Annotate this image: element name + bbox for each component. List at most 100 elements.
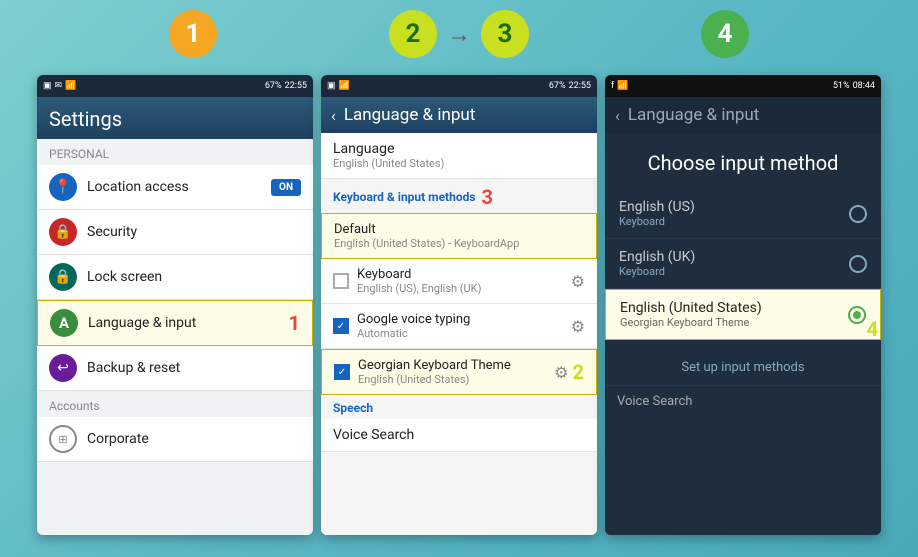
- en-uk-title: English (UK): [619, 249, 849, 265]
- google-voice-sub: Automatic: [357, 327, 571, 340]
- status-icons-right-3: 51% 08:44: [833, 81, 875, 91]
- input-option-georgian[interactable]: English (United States) Georgian Keyboar…: [605, 289, 881, 340]
- georgian-checkbox[interactable]: ✓: [334, 364, 350, 380]
- choose-header-title: Language & input: [628, 105, 760, 125]
- georgian-radio[interactable]: [848, 306, 866, 324]
- settings-item-corporate[interactable]: ⊞ Corporate: [37, 417, 313, 462]
- wifi-icon-3: 📶: [617, 81, 628, 91]
- speech-section-header: Speech: [321, 395, 597, 419]
- time-3: 08:44: [853, 81, 875, 91]
- georgian-option-title: English (United States): [620, 300, 848, 316]
- en-us-radio[interactable]: [849, 205, 867, 223]
- security-icon: 🔒: [49, 218, 77, 246]
- lang-content: Language English (United States) Keyboar…: [321, 133, 597, 535]
- keyboard-section-header: Keyboard & input methods 3: [321, 179, 597, 213]
- choose-input-title: Choose input method: [605, 133, 881, 189]
- lang-header: ‹ Language & input: [321, 97, 597, 133]
- google-voice-title: Google voice typing: [357, 312, 571, 327]
- step-badge-3: 3: [482, 185, 493, 209]
- wifi-icon-2: 📶: [339, 81, 350, 91]
- google-voice-checkbox[interactable]: ✓: [333, 318, 349, 334]
- voice-search-item-3[interactable]: Voice Search: [605, 385, 881, 417]
- radio-dot: [853, 311, 861, 319]
- backup-label: Backup & reset: [87, 360, 301, 376]
- back-arrow-2[interactable]: ‹: [331, 106, 336, 125]
- settings-header: Settings: [37, 97, 313, 139]
- settings-item-language[interactable]: A Language & input 1: [37, 300, 313, 346]
- settings-title: Settings: [49, 107, 301, 131]
- default-keyboard-item[interactable]: Default English (United States) - Keyboa…: [321, 213, 597, 259]
- fb-icon: f: [611, 81, 614, 91]
- keyboard-gear-icon[interactable]: ⚙: [571, 272, 585, 291]
- settings-item-security[interactable]: 🔒 Security: [37, 210, 313, 255]
- security-label: Security: [87, 224, 301, 240]
- en-us-sub: Keyboard: [619, 215, 849, 228]
- lock-screen-label: Lock screen: [87, 269, 301, 285]
- step-circle-4: 4: [701, 10, 749, 58]
- wifi-icon: 📶: [65, 81, 76, 91]
- settings-item-lock-screen[interactable]: 🔒 Lock screen: [37, 255, 313, 300]
- voice-search-label-3: Voice Search: [617, 394, 692, 409]
- settings-item-location[interactable]: 📍 Location access ON: [37, 165, 313, 210]
- back-arrow-3[interactable]: ‹: [615, 106, 620, 125]
- voice-search-item-2[interactable]: Voice Search: [321, 419, 597, 452]
- status-icons-left-2: ▣ 📶: [327, 81, 350, 91]
- input-option-en-uk[interactable]: English (UK) Keyboard: [605, 239, 881, 289]
- step-circle-2: 2: [389, 10, 437, 58]
- step-arrow: →: [447, 20, 471, 49]
- input-option-en-us[interactable]: English (US) Keyboard: [605, 189, 881, 239]
- google-voice-gear-icon[interactable]: ⚙: [571, 317, 585, 336]
- keyboard-item[interactable]: ✓ Keyboard English (US), English (UK) ⚙: [321, 259, 597, 304]
- lock-screen-icon: 🔒: [49, 263, 77, 291]
- setup-link[interactable]: Set up input methods: [605, 340, 881, 385]
- screen-2-language: ▣ 📶 67% 22:55 ‹ Language & input Languag…: [321, 75, 597, 535]
- en-us-title: English (US): [619, 199, 849, 215]
- step-badge-4: 4: [867, 317, 878, 341]
- backup-icon: ↩: [49, 354, 77, 382]
- settings-item-backup[interactable]: ↩ Backup & reset: [37, 346, 313, 391]
- status-icons-right-1: 67% 22:55: [265, 81, 307, 91]
- battery-text-1: 67%: [265, 81, 282, 91]
- corporate-label: Corporate: [87, 431, 301, 447]
- time-2: 22:55: [569, 81, 591, 91]
- section-personal: PERSONAL: [37, 139, 313, 165]
- battery-text-2: 67%: [549, 81, 566, 91]
- language-item[interactable]: Language English (United States): [321, 133, 597, 179]
- en-uk-sub: Keyboard: [619, 265, 849, 278]
- georgian-option-sub: Georgian Keyboard Theme: [620, 316, 848, 329]
- language-icon: A: [50, 309, 78, 337]
- default-title: Default: [334, 222, 584, 237]
- screen-3-choose-input: f 📶 51% 08:44 ‹ Language & input Choose …: [605, 75, 881, 535]
- language-item-title: Language: [333, 141, 585, 157]
- voice-search-title-2: Voice Search: [333, 427, 585, 443]
- keyboard-sub: English (US), English (UK): [357, 282, 571, 295]
- step-badge-2: 2: [573, 360, 584, 384]
- default-sub: English (United States) - KeyboardApp: [334, 237, 584, 250]
- keyboard-checkbox[interactable]: ✓: [333, 273, 349, 289]
- section-accounts: Accounts: [37, 391, 313, 417]
- mail-icon: ✉: [55, 81, 63, 91]
- time-1: 22:55: [285, 81, 307, 91]
- battery-text-3: 51%: [833, 81, 850, 91]
- location-icon: 📍: [49, 173, 77, 201]
- status-icons-right-2: 67% 22:55: [549, 81, 591, 91]
- status-icons-left-1: ▣ ✉ 📶: [43, 81, 76, 91]
- notif-icon-2: ▣: [327, 81, 336, 91]
- language-item-sub: English (United States): [333, 157, 585, 170]
- settings-content: PERSONAL 📍 Location access ON 🔒 Security…: [37, 139, 313, 535]
- screens-container: ▣ ✉ 📶 67% 22:55 Settings PERSONAL 📍 Loca…: [10, 75, 908, 552]
- status-bar-2: ▣ 📶 67% 22:55: [321, 75, 597, 97]
- google-voice-item[interactable]: ✓ Google voice typing Automatic ⚙: [321, 304, 597, 349]
- georgian-item[interactable]: ✓ Georgian Keyboard Theme English (Unite…: [321, 349, 597, 395]
- choose-header: ‹ Language & input: [605, 97, 881, 133]
- georgian-gear-icon[interactable]: ⚙: [554, 363, 568, 382]
- lang-header-title: Language & input: [344, 105, 476, 125]
- location-label: Location access: [87, 179, 271, 195]
- step-circle-1: 1: [169, 10, 217, 58]
- keyboard-title: Keyboard: [357, 267, 571, 282]
- location-toggle[interactable]: ON: [271, 179, 301, 196]
- step-circles-row: 1 2 → 3 4: [0, 10, 918, 58]
- status-bar-3: f 📶 51% 08:44: [605, 75, 881, 97]
- screen-1-settings: ▣ ✉ 📶 67% 22:55 Settings PERSONAL 📍 Loca…: [37, 75, 313, 535]
- en-uk-radio[interactable]: [849, 255, 867, 273]
